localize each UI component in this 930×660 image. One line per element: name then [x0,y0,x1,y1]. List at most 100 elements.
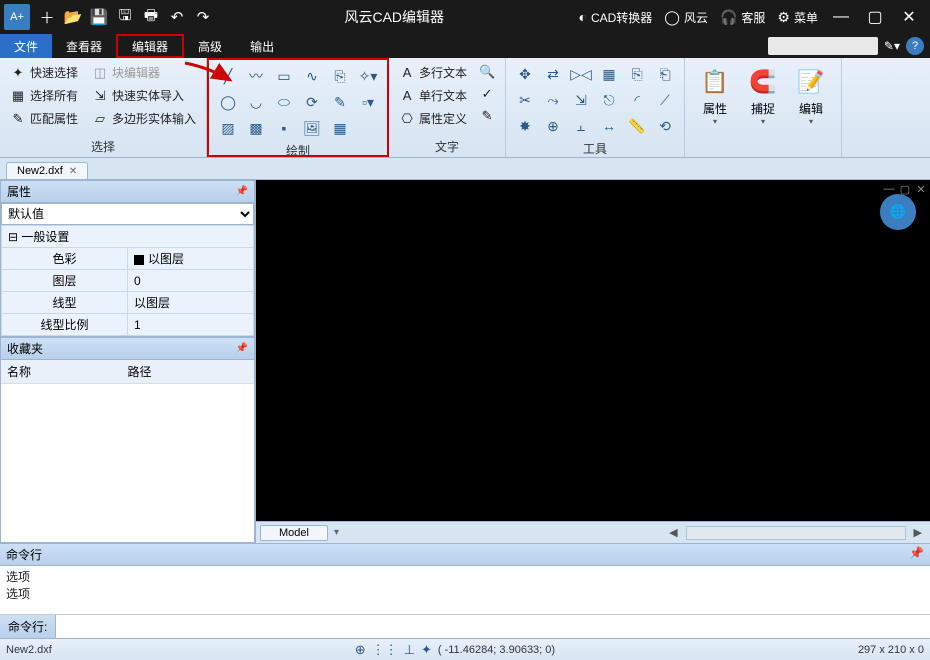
image-tool[interactable]: 🖼 [299,116,325,140]
trim-tool[interactable]: ✂ [512,88,538,112]
vp-close-icon[interactable]: ✕ [914,182,928,196]
status-snap-icon[interactable]: ⊕ [355,642,366,658]
line-tool[interactable]: ╱ [215,64,241,88]
props-default-select[interactable]: 默认值 [1,203,254,225]
fillet-tool[interactable]: ◜ [624,88,650,112]
revision-tool[interactable]: ✧▾ [355,64,381,88]
text-extra3[interactable]: ✎ [475,106,499,126]
status-ortho-icon[interactable]: ⊥ [404,642,415,658]
measure-tool[interactable]: 📏 [624,114,650,138]
menu-editor[interactable]: 编辑器 [116,34,184,58]
refresh-tool[interactable]: ⟲ [652,114,678,138]
menu-link[interactable]: ⚙菜单 [777,9,818,26]
ellipse-tool[interactable]: ⬭ [271,90,297,114]
copy-tool[interactable]: ⎘ [624,62,650,86]
point-tool[interactable]: ▪ [271,116,297,140]
table-tool[interactable]: ▦ [327,116,353,140]
arc-tool[interactable]: ◡ [243,90,269,114]
mirror-tool[interactable]: ▷◁ [568,62,594,86]
rotate-tool[interactable]: ⟳ [299,90,325,114]
document-tab[interactable]: New2.dxf ✕ [6,162,88,179]
menu-output[interactable]: 输出 [236,34,288,58]
rectangle-tool[interactable]: ▭ [271,64,297,88]
align-tool[interactable]: ⫠ [568,114,594,138]
insert-tool[interactable]: ⎘ [327,64,353,88]
pencil-icon[interactable]: ✎▾ [884,39,900,53]
block-editor-button[interactable]: ◫块编辑器 [88,62,200,83]
favorites-body[interactable] [1,384,254,542]
close-button[interactable]: ✕ [894,2,924,32]
scroll-right-icon[interactable]: ▶ [910,526,926,539]
scale-tool[interactable]: ⇲ [568,88,594,112]
status-polar-icon[interactable]: ✦ [421,642,432,658]
command-input[interactable] [56,617,930,637]
gradient-tool[interactable]: ▩ [243,116,269,140]
snap-button[interactable]: 🧲 捕捉 ▾ [739,62,787,139]
join-tool[interactable]: ⊕ [540,114,566,138]
move-tool[interactable]: ✥ [512,62,538,86]
chamfer-tool[interactable]: ⟋ [652,88,678,112]
app-logo[interactable]: A+ [4,4,30,30]
help-icon[interactable]: ? [906,37,924,55]
undo-icon[interactable]: ↶ [166,6,188,28]
quick-select-button[interactable]: ✦快速选择 [6,62,82,83]
menu-file[interactable]: 文件 [0,34,52,58]
redo-icon[interactable]: ↷ [192,6,214,28]
pin-icon[interactable]: 📌 [236,343,248,354]
stext-button[interactable]: A单行文本 [395,85,471,106]
scroll-track[interactable] [686,526,906,540]
search-dropdown[interactable] [768,37,878,55]
polygon-input-button[interactable]: ▱多边形实体输入 [88,108,200,129]
offset-tool[interactable]: ⇄ [540,62,566,86]
scroll-left-icon[interactable]: ◀ [665,526,681,539]
horizontal-scrollbar[interactable]: ◀ ▶ [665,526,926,540]
saveas-icon[interactable]: 🖫 [114,6,136,28]
close-tab-icon[interactable]: ✕ [69,166,77,177]
select-all-button[interactable]: ▦选择所有 [6,85,82,106]
text-extra2[interactable]: ✓ [475,84,499,104]
props-section[interactable]: ⊟ 一般设置 [2,226,254,248]
brand-link[interactable]: ◯风云 [664,9,708,26]
marker-tool[interactable]: ✎ [327,90,353,114]
minimize-button[interactable]: ― [826,2,856,32]
drawing-viewport[interactable]: ― ▢ ✕ 🌐 [256,180,930,521]
layout-dropdown-icon[interactable]: ▾ [334,527,339,538]
quick-import-button[interactable]: ⇲快速实体导入 [88,85,200,106]
stretch-tool[interactable]: ↔ [596,114,622,138]
maximize-button[interactable]: ▢ [860,2,890,32]
break-tool[interactable]: ⎋ [596,88,622,112]
save-icon[interactable]: 💾 [88,6,110,28]
attrdef-button[interactable]: ⎔属性定义 [395,108,471,129]
properties-button[interactable]: 📋 属性 ▾ [691,62,739,139]
mtext-button[interactable]: A多行文本 [395,62,471,83]
polyline-tool[interactable]: 〰 [243,64,269,88]
open-icon[interactable]: 📂 [62,6,84,28]
explode-tool[interactable]: ✸ [512,114,538,138]
hatch-tool[interactable]: ▨ [215,116,241,140]
menu-advanced[interactable]: 高级 [184,34,236,58]
pin-icon[interactable]: 📌 [909,546,924,563]
service-link[interactable]: 🎧客服 [720,9,765,26]
model-tab[interactable]: Model [260,525,328,541]
status-grid-icon[interactable]: ⋮⋮ [372,642,398,658]
pin-icon[interactable]: 📌 [236,186,248,197]
block-tool[interactable]: ▫▾ [355,90,381,114]
prop-val[interactable]: 以图层 [128,248,254,270]
translate-badge-icon[interactable]: 🌐 [880,194,916,230]
command-history[interactable]: 选项 选项 [0,566,930,614]
spline-tool[interactable]: ∿ [299,64,325,88]
text-extra1[interactable]: 🔍 [475,62,499,82]
edit-button[interactable]: 📝 编辑 ▾ [787,62,835,139]
paste-tool[interactable]: ⎗ [652,62,678,86]
prop-val[interactable]: 以图层 [128,292,254,314]
array-tool[interactable]: ▦ [596,62,622,86]
circle-tool[interactable]: ◯ [215,90,241,114]
print-icon[interactable]: 🖶 [140,6,162,28]
menu-viewer[interactable]: 查看器 [52,34,116,58]
cad-converter-link[interactable]: ◐CAD转换器 [578,9,652,26]
prop-val[interactable]: 0 [128,270,254,292]
prop-val[interactable]: 1 [128,314,254,336]
extend-tool[interactable]: ⤳ [540,88,566,112]
new-icon[interactable]: ＋ [36,6,58,28]
match-props-button[interactable]: ✎匹配属性 [6,108,82,129]
